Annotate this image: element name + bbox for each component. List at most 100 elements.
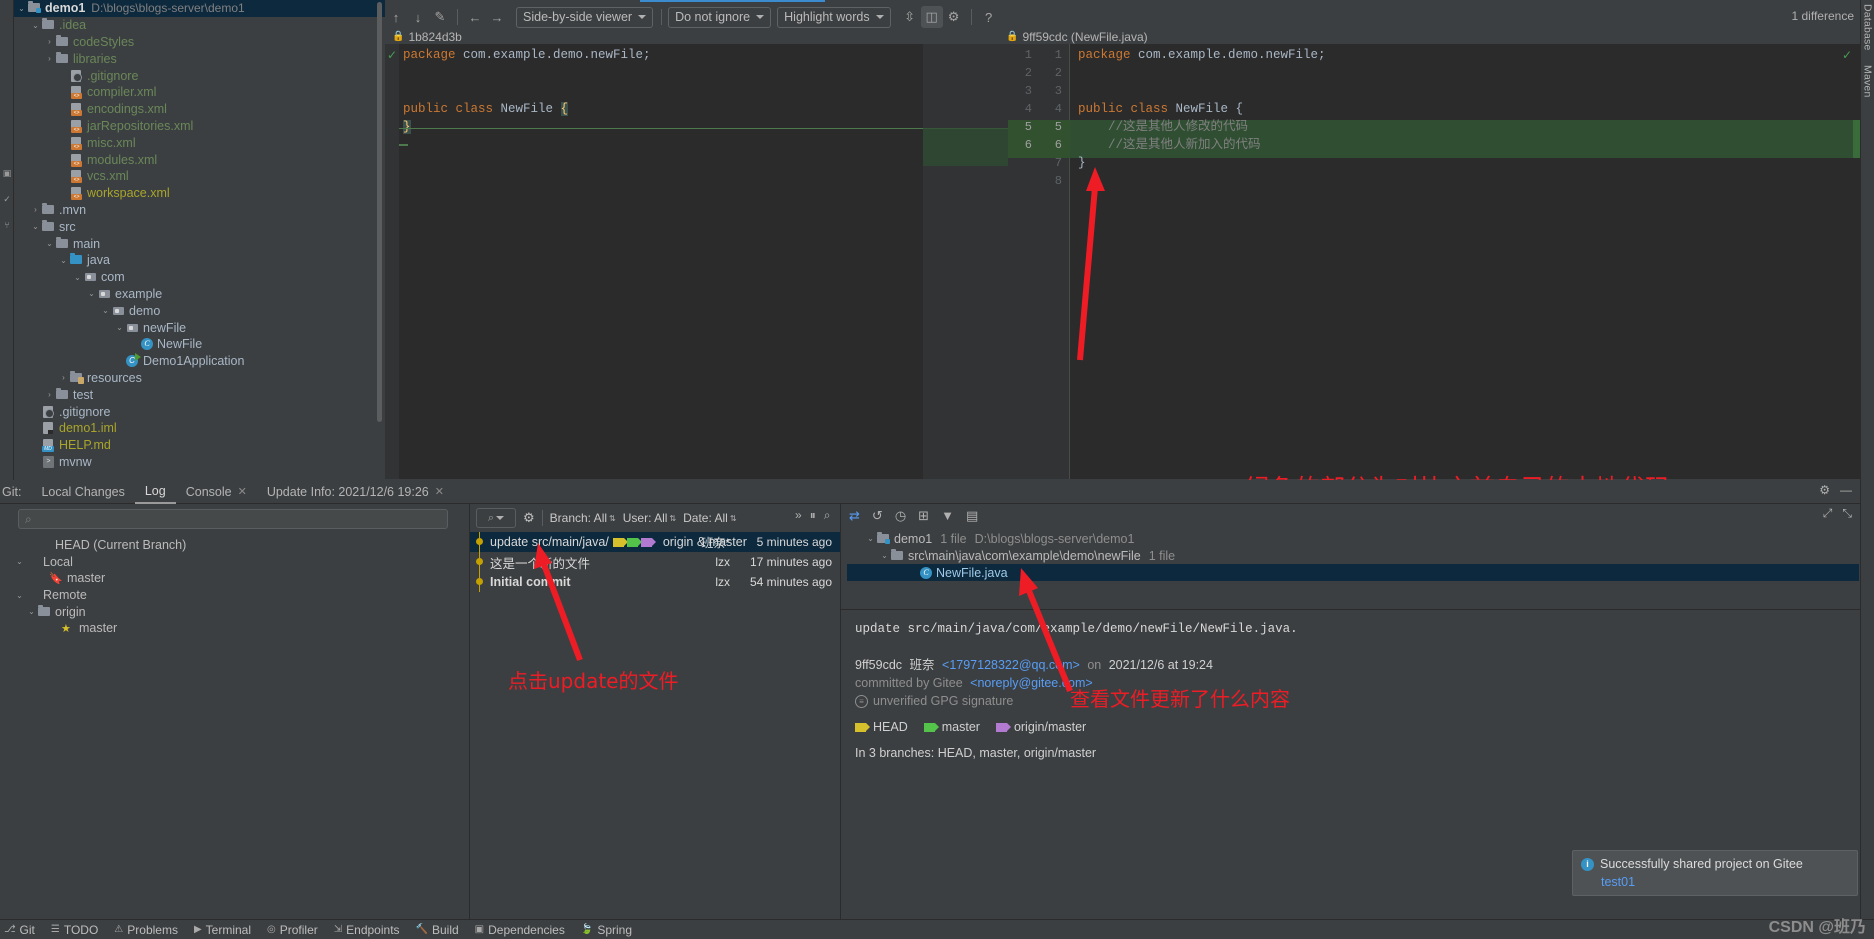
vcs-tab-local-changes[interactable]: Local Changes [31,480,134,504]
branch-row-master[interactable]: ·🔖master [10,570,450,587]
ref-chip[interactable]: master [923,720,980,734]
branch-row-remote[interactable]: ⌄ Remote [10,587,450,604]
diff-left-pane[interactable]: ✓ package com.example.demo.newFile; publ… [385,44,923,479]
status-item-dependencies[interactable]: ▣ Dependencies [475,923,565,937]
tree-row-encodings-xml[interactable]: ·encodings.xml [14,101,385,118]
tree-row-src[interactable]: ⌄ src [14,218,385,235]
tree-row-modules-xml[interactable]: ·modules.xml [14,151,385,168]
commit-tool-icon[interactable]: ✓ [0,186,14,212]
arrow-up-icon[interactable]: ↑ [385,6,407,28]
ref-chip[interactable]: origin/master [995,720,1086,734]
vcs-tab-console[interactable]: Console ✕ [176,480,257,504]
gear-icon[interactable]: ⚙ [943,6,965,28]
chevron-down-icon[interactable]: ⌄ [14,557,25,566]
status-item-terminal[interactable]: ▶ Terminal [194,923,251,937]
changed-file-row[interactable]: ·CNewFile.java [847,564,1859,581]
branch-search-input[interactable]: ⌕ [18,509,448,529]
revert-icon[interactable]: ↺ [872,508,883,524]
collapse-all-icon[interactable]: ⤡ [1842,506,1852,521]
tree-row-demo1-iml[interactable]: ·demo1.iml [14,420,385,437]
diff-right-pane[interactable]: 11223344556678 package com.example.demo.… [1008,44,1860,479]
arrow-right-icon[interactable]: → [486,6,508,28]
rail-item-maven[interactable]: Maven [1862,65,1874,98]
chevron-right-icon[interactable]: › [58,373,69,382]
tree-row-libraries[interactable]: › libraries [14,50,385,67]
tree-row-project-root[interactable]: ⌄ demo1 D:\blogs\blogs-server\demo1 [14,0,385,17]
tree-row-demo1application[interactable]: ·CDemo1Application [14,353,385,370]
chevron-down-icon[interactable]: ⌄ [114,323,125,332]
tree-row-codestyles[interactable]: › codeStyles [14,34,385,51]
branch-row-origin[interactable]: ⌄ origin [10,603,450,620]
tree-row-help-md[interactable]: ·HELP.md [14,437,385,454]
tree-row-vcs-xml[interactable]: ·vcs.xml [14,168,385,185]
chevron-right-icon[interactable]: › [44,390,55,399]
help-icon[interactable]: ? [978,6,1000,28]
viewer-mode-dropdown[interactable]: Side-by-side viewer [516,6,654,28]
status-item-problems[interactable]: ⚠ Problems [114,923,178,937]
gear-icon[interactable]: ⚙ [523,510,535,526]
clock-icon[interactable]: ◷ [895,508,906,524]
chevron-down-icon[interactable]: ⌄ [86,289,97,298]
chevron-right-icon[interactable]: › [44,54,55,63]
chevron-down-icon[interactable]: ⌄ [879,551,890,560]
tree-row-example[interactable]: ⌄ example [14,286,385,303]
commit-search-input[interactable]: ⌕ [476,508,516,528]
user-filter[interactable]: User: All ⇅ [623,511,676,525]
chevron-down-icon[interactable]: ⌄ [30,21,41,30]
column-layout-icon[interactable]: ◫ [920,6,943,28]
tree-row--idea[interactable]: ⌄ .idea [14,17,385,34]
vcs-tab-update-info-2021-12-6-19-26[interactable]: Update Info: 2021/12/6 19:26 ✕ [257,480,454,504]
pencil-icon[interactable]: ✎ [429,6,451,28]
status-item-endpoints[interactable]: ⇲ Endpoints [334,923,400,937]
ref-chip[interactable]: HEAD [855,720,908,734]
tree-row-com[interactable]: ⌄ com [14,269,385,286]
status-item-todo[interactable]: ☰ TODO [51,923,98,937]
chevron-down-icon[interactable]: ⌄ [865,534,876,543]
rail-item-database[interactable]: Database [1862,4,1874,51]
pause-icon[interactable]: ⏸ [810,508,816,523]
project-tool-icon[interactable]: ▣ [0,160,14,186]
tree-row-compiler-xml[interactable]: ·compiler.xml [14,84,385,101]
toast-link[interactable]: test01 [1601,875,1849,889]
group-icon[interactable]: ⊞ [918,508,929,524]
tree-row-newfile[interactable]: ⌄ newFile [14,319,385,336]
chevron-down-icon[interactable]: ⌄ [26,607,37,616]
branch-row-local[interactable]: ⌄ Local [10,554,450,571]
tree-row-main[interactable]: ⌄ main [14,235,385,252]
status-item-profiler[interactable]: ◎ Profiler [267,923,318,937]
branch-row-head-current-branch-[interactable]: ·HEAD (Current Branch) [10,537,450,554]
status-item-spring[interactable]: 🍃 Spring [581,923,632,937]
branch-filter[interactable]: Branch: All ⇅ [550,511,616,525]
status-item-build[interactable]: 🔨 Build [416,923,459,937]
tree-row--gitignore[interactable]: ·.gitignore [14,403,385,420]
chevron-right-icon[interactable]: › [30,205,41,214]
notification-toast[interactable]: i Successfully shared project on Gitee t… [1572,850,1858,896]
tree-row-test[interactable]: › test [14,386,385,403]
chevron-double-right-icon[interactable]: » [795,508,802,523]
pull-requests-icon[interactable]: ⑂ [0,212,14,238]
tree-row-newfile[interactable]: ·CNewFile [14,336,385,353]
tree-row--mvn[interactable]: › .mvn [14,202,385,219]
changed-file-row[interactable]: ⌄ src\main\java\com\example\demo\newFile 1… [847,547,1859,564]
tree-row-resources[interactable]: › resources [14,370,385,387]
arrow-down-icon[interactable]: ↓ [407,6,429,28]
highlight-dropdown[interactable]: Highlight words [777,6,891,28]
minimize-icon[interactable]: — [1840,483,1852,497]
branch-row-master[interactable]: ·★master [10,620,450,637]
tree-row--gitignore[interactable]: ·.gitignore [14,67,385,84]
chevron-down-icon[interactable]: ⌄ [100,306,111,315]
changed-file-row[interactable]: ⌄ demo1 1 file D:\blogs\blogs-server\demo1 [847,530,1859,547]
tree-row-mvnw[interactable]: ·>mvnw [14,454,385,471]
project-tree-scrollbar[interactable] [377,2,382,422]
search-icon[interactable]: ⌕ [824,508,831,523]
close-icon[interactable]: ✕ [435,485,444,498]
chevron-down-icon[interactable]: ⌄ [16,4,27,13]
expand-all-icon[interactable]: ⤢ [1823,506,1833,521]
filter-icon[interactable]: ▼ [941,508,954,524]
diff-icon[interactable]: ⇄ [849,508,860,524]
chevron-down-icon[interactable]: ⌄ [14,591,25,600]
date-filter[interactable]: Date: All ⇅ [683,511,736,525]
tree-row-misc-xml[interactable]: ·misc.xml [14,134,385,151]
chevron-down-icon[interactable]: ⌄ [58,256,69,265]
chevron-right-icon[interactable]: › [44,37,55,46]
